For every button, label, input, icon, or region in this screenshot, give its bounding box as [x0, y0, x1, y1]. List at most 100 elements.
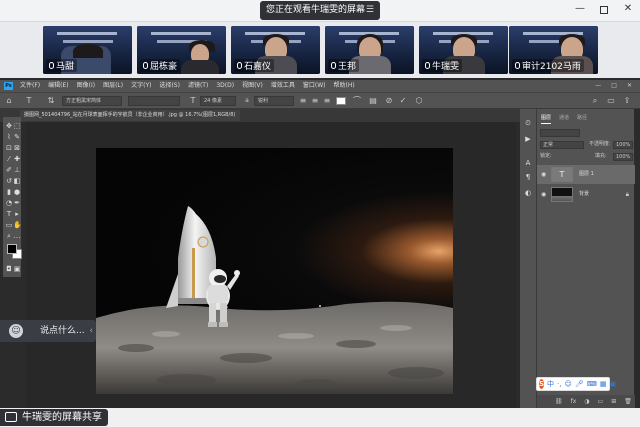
paragraph-icon[interactable]: ¶ [524, 173, 532, 181]
participant-tile[interactable]: 石嘉仪 [231, 26, 320, 74]
gradient-tool-icon[interactable]: ▮ [5, 188, 13, 196]
zoom-tool-icon[interactable]: ⌕ [5, 232, 13, 240]
text-color-swatch[interactable] [336, 97, 346, 105]
fill-input[interactable]: 100% [613, 153, 633, 161]
move-tool-icon[interactable]: ✥ [5, 122, 13, 130]
menu-image[interactable]: 图像(I) [77, 80, 95, 92]
lasso-tool-icon[interactable]: ⌇ [5, 133, 13, 141]
mask-icon[interactable]: ◑ [584, 395, 589, 409]
menu-select[interactable]: 选择(S) [159, 80, 180, 92]
minimize-icon[interactable]: — [574, 3, 586, 14]
search-icon[interactable]: ⌕ [590, 96, 600, 106]
adjustments-icon[interactable]: ◐ [524, 189, 532, 197]
new-layer-icon[interactable]: ⊞ [611, 395, 616, 409]
ps-minimize-icon[interactable]: — [595, 80, 601, 92]
type-tool-icon[interactable]: T [24, 96, 34, 106]
participant-tile[interactable]: 屈栋豪 [137, 26, 226, 74]
visibility-eye-icon[interactable]: ◉ [541, 165, 546, 184]
maximize-icon[interactable] [600, 6, 608, 14]
hand-tool-icon[interactable]: ✋ [13, 221, 22, 229]
menu-filter[interactable]: 滤镜(T) [188, 80, 208, 92]
tab-channels[interactable]: 通道 [559, 114, 569, 124]
screen-share-indicator[interactable]: 牛瑞雯的屏幕共享 [0, 409, 108, 426]
commit-icon[interactable]: ✓ [398, 96, 408, 106]
watching-banner[interactable]: 您正在观看牛瑞雯的屏幕 ☰ [260, 1, 380, 20]
emoji-icon[interactable]: ☺ [9, 324, 23, 338]
marquee-tool-icon[interactable]: ⬚ [13, 122, 21, 130]
eyedropper-icon[interactable]: ⁄ [5, 155, 13, 163]
ps-restore-icon[interactable]: □ [611, 80, 617, 92]
voice-icon[interactable]: 🎤︎ [575, 380, 584, 388]
brush-tool-icon[interactable]: ✐ [5, 166, 13, 174]
menu-window[interactable]: 窗口(W) [303, 80, 326, 92]
warp-text-icon[interactable]: ⌒ [352, 96, 362, 106]
font-style-select[interactable] [128, 96, 180, 106]
character-panel-icon[interactable]: ▤ [368, 96, 378, 106]
document-tab[interactable]: 摄图网_501404796_站在月球表面挥手的宇航员（非企业商用）.jpg @ … [20, 110, 240, 121]
fx-icon[interactable]: fx [571, 395, 577, 409]
layer-row[interactable]: ◉ T 图层 1 [537, 165, 635, 184]
eraser-tool-icon[interactable]: ◧ [13, 177, 21, 185]
close-icon[interactable]: ✕ [622, 3, 634, 14]
document-canvas-image[interactable] [96, 148, 453, 394]
shape-tool-icon[interactable]: ▭ [5, 221, 13, 229]
cancel-icon[interactable]: ⊘ [384, 96, 394, 106]
menu-icon[interactable]: ☰ [366, 1, 374, 20]
path-select-icon[interactable]: ▸ [13, 210, 21, 218]
align-center-icon[interactable]: ≡ [310, 96, 320, 106]
link-layers-icon[interactable]: ⛓ [555, 395, 563, 409]
layer-row[interactable]: ◉ 背景 🔒︎ [537, 185, 635, 204]
pen-tool-icon[interactable]: ✒ [13, 199, 21, 207]
tab-layers[interactable]: 图层 [541, 114, 552, 124]
menu-help[interactable]: 帮助(H) [334, 80, 355, 92]
menu-type[interactable]: 文字(Y) [131, 80, 151, 92]
workspace-icon[interactable]: ▭ [606, 96, 616, 106]
chevron-left-icon[interactable]: ‹ [89, 320, 93, 342]
folder-icon[interactable]: ▭ [598, 395, 604, 409]
font-family-select[interactable]: 方正粗黑宋简体 [62, 96, 122, 106]
participant-tile[interactable]: 王邦 [325, 26, 414, 74]
chat-input-popup[interactable]: ☺ 说点什么... ‹ [0, 320, 96, 342]
quick-mask-icon[interactable]: ◘ [5, 265, 13, 273]
participant-tile[interactable]: 马甜 [43, 26, 132, 74]
ime-toolbar[interactable]: S 中 ·, ☺ 🎤︎ ⌨ ▦ ▣ [536, 377, 616, 391]
actions-panel-icon[interactable]: ▶ [524, 135, 532, 143]
quick-select-icon[interactable]: ✎ [13, 133, 21, 141]
character-icon[interactable]: A [524, 159, 532, 167]
align-right-icon[interactable]: ≡ [322, 96, 332, 106]
menu-plugins[interactable]: 增效工具 [271, 80, 295, 92]
menu-layer[interactable]: 图层(L) [103, 80, 123, 92]
font-size-select[interactable]: 24 像素 [200, 96, 236, 106]
stamp-tool-icon[interactable]: ⊥ [13, 166, 21, 174]
type-tool-sidebar-icon[interactable]: T [5, 210, 13, 218]
share-icon[interactable]: ⇪ [622, 96, 632, 106]
blur-tool-icon[interactable]: ● [13, 188, 21, 196]
text-orientation-icon[interactable]: ⇅ [46, 96, 56, 106]
antialias-select[interactable]: 锐利 [254, 96, 294, 106]
3d-icon[interactable]: ⬡ [414, 96, 424, 106]
delete-layer-icon[interactable]: 🗑︎ [624, 395, 632, 409]
layer-filter-select[interactable] [540, 129, 580, 137]
punctuation-icon[interactable]: ·, [557, 380, 561, 388]
align-left-icon[interactable]: ≡ [298, 96, 308, 106]
visibility-eye-icon[interactable]: ◉ [541, 185, 546, 204]
foreground-color-swatch[interactable] [7, 244, 17, 254]
menu-file[interactable]: 文件(F) [20, 80, 40, 92]
ps-close-icon[interactable]: ✕ [627, 80, 632, 92]
skin-icon[interactable]: ▦ [600, 380, 607, 388]
more-tools-icon[interactable]: … [13, 232, 21, 240]
menu-view[interactable]: 视图(V) [242, 80, 263, 92]
crop-tool-icon[interactable]: ⊡ [5, 144, 13, 152]
healing-brush-icon[interactable]: ✚ [13, 155, 21, 163]
blend-mode-select[interactable]: 正常 [540, 141, 584, 149]
keyboard-icon[interactable]: ⌨ [587, 380, 597, 388]
tools-icon[interactable]: ▣ [609, 380, 616, 388]
opacity-input[interactable]: 100% [613, 141, 633, 149]
history-panel-icon[interactable]: ⏲ [524, 119, 532, 127]
participant-tile[interactable]: 牛瑞雯 [419, 26, 508, 74]
ime-mode-label[interactable]: 中 [547, 379, 554, 389]
emoji-toolbar-icon[interactable]: ☺ [565, 380, 572, 388]
frame-tool-icon[interactable]: ⊠ [13, 144, 21, 152]
dodge-tool-icon[interactable]: ◔ [5, 199, 13, 207]
history-brush-icon[interactable]: ↺ [5, 177, 13, 185]
